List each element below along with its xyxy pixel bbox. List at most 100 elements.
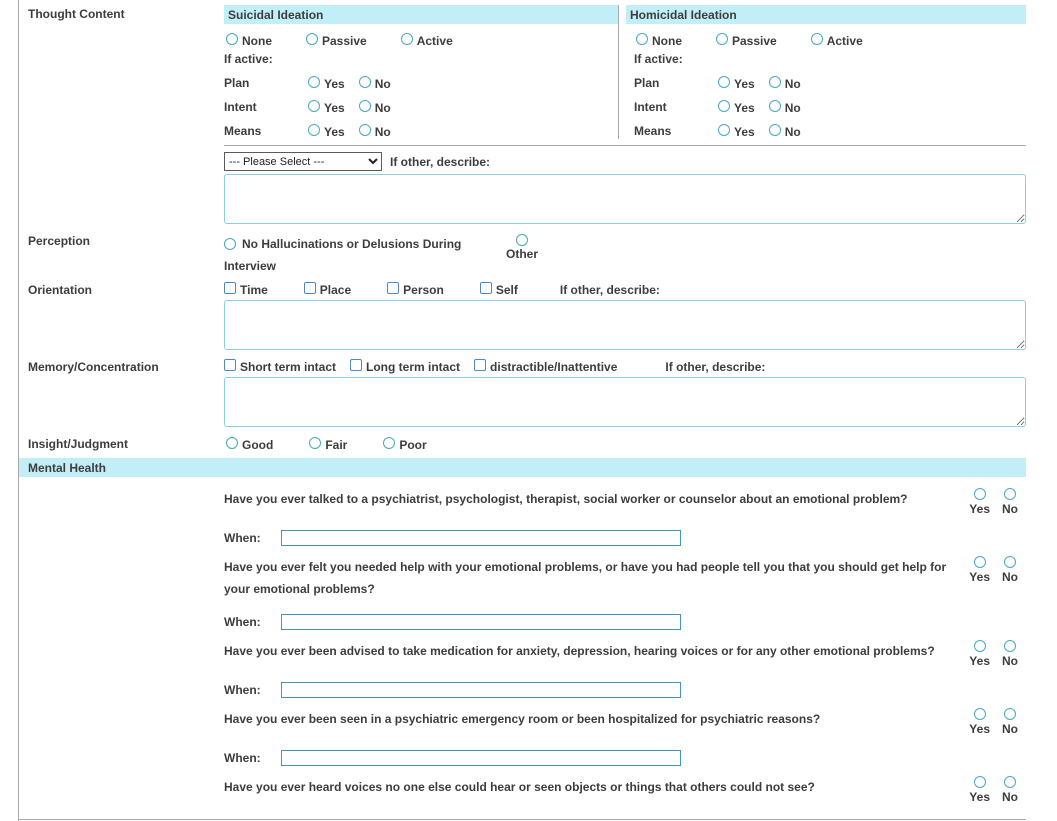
q4-no-radio[interactable]	[1004, 708, 1016, 720]
orientation-time-checkbox[interactable]	[224, 282, 236, 294]
homicidal-intent-no-option[interactable]: No	[769, 100, 801, 113]
q1-when-input[interactable]	[281, 530, 681, 546]
homicidal-intent-yes-option[interactable]: Yes	[718, 100, 755, 113]
suicidal-intent-yes-radio[interactable]	[308, 100, 320, 112]
q1-yes-option[interactable]: Yes	[969, 488, 990, 516]
memory-describe-textarea[interactable]	[224, 377, 1026, 427]
suicidal-none-option[interactable]: None	[226, 33, 272, 46]
radio-label: No Hallucinations or Delusions During In…	[224, 237, 461, 273]
suicidal-means-yes-option[interactable]: Yes	[308, 124, 345, 137]
homicidal-none-radio[interactable]	[636, 33, 648, 45]
homicidal-means-yes-option[interactable]: Yes	[718, 124, 755, 137]
orientation-time-option[interactable]: Time	[224, 282, 268, 295]
orientation-person-checkbox[interactable]	[387, 282, 399, 294]
q3-no-option[interactable]: No	[1002, 640, 1018, 668]
distractible-checkbox[interactable]	[474, 359, 486, 371]
orientation-person-option[interactable]: Person	[387, 282, 444, 295]
no-hallucinations-radio[interactable]	[224, 238, 236, 250]
short-term-intact-option[interactable]: Short term intact	[224, 359, 336, 372]
suicidal-passive-option[interactable]: Passive	[306, 33, 367, 46]
thought-content-describe-textarea[interactable]	[224, 174, 1026, 224]
homicidal-active-option[interactable]: Active	[811, 33, 863, 46]
homicidal-means-yes-radio[interactable]	[718, 124, 730, 136]
perception-other-option[interactable]: Other	[506, 233, 538, 261]
homicidal-plan-yes-radio[interactable]	[718, 76, 730, 88]
q4-yes-radio[interactable]	[974, 708, 986, 720]
q3-yes-option[interactable]: Yes	[969, 640, 990, 668]
orientation-self-option[interactable]: Self	[480, 282, 518, 295]
orientation-body: Time Place Person Self If other, describ…	[224, 281, 1026, 350]
insight-good-option[interactable]: Good	[226, 437, 273, 452]
insight-fair-radio[interactable]	[309, 437, 321, 449]
q5-no-radio[interactable]	[1004, 776, 1016, 788]
insight-body: Good Fair Poor	[224, 435, 1026, 452]
distractible-option[interactable]: distractible/Inattentive	[474, 359, 617, 372]
insight-poor-radio[interactable]	[383, 437, 395, 449]
q4-when-input[interactable]	[281, 750, 681, 766]
orientation-self-checkbox[interactable]	[480, 282, 492, 294]
q5-yes-radio[interactable]	[974, 776, 986, 788]
suicidal-means-no-option[interactable]: No	[359, 124, 391, 137]
suicidal-plan-yes-option[interactable]: Yes	[308, 76, 345, 89]
insight-fair-option[interactable]: Fair	[309, 437, 347, 452]
suicidal-plan-yes-radio[interactable]	[308, 76, 320, 88]
radio-label: Yes	[969, 571, 990, 584]
homicidal-intent-no-radio[interactable]	[769, 100, 781, 112]
long-term-intact-checkbox[interactable]	[350, 359, 362, 371]
plan-label: Plan	[634, 76, 718, 91]
homicidal-none-option[interactable]: None	[636, 33, 682, 46]
suicidal-means-no-radio[interactable]	[359, 124, 371, 136]
suicidal-intent-no-option[interactable]: No	[359, 100, 391, 113]
homicidal-active-radio[interactable]	[811, 33, 823, 45]
q2-yes-radio[interactable]	[974, 556, 986, 568]
q3-yes-radio[interactable]	[974, 640, 986, 652]
long-term-intact-option[interactable]: Long term intact	[350, 359, 460, 372]
suicidal-none-radio[interactable]	[226, 33, 238, 45]
suicidal-means-yes-radio[interactable]	[308, 124, 320, 136]
q2-no-option[interactable]: No	[1002, 556, 1018, 584]
orientation-describe-textarea[interactable]	[224, 300, 1026, 350]
homicidal-means-no-radio[interactable]	[769, 124, 781, 136]
homicidal-passive-radio[interactable]	[716, 33, 728, 45]
suicidal-active-option[interactable]: Active	[401, 33, 453, 46]
homicidal-plan-yes-option[interactable]: Yes	[718, 76, 755, 89]
insight-section: Insight/Judgment Good Fair Poor	[19, 435, 1026, 452]
q2-yes-option[interactable]: Yes	[969, 556, 990, 584]
insight-poor-option[interactable]: Poor	[383, 437, 426, 452]
insight-good-radio[interactable]	[226, 437, 238, 449]
suicidal-passive-radio[interactable]	[306, 33, 318, 45]
radio-label: No	[1002, 791, 1018, 804]
q4-no-option[interactable]: No	[1002, 708, 1018, 736]
no-hallucinations-option[interactable]: No Hallucinations or Delusions During In…	[224, 233, 496, 277]
q1-no-option[interactable]: No	[1002, 488, 1018, 516]
suicidal-active-radio[interactable]	[401, 33, 413, 45]
homicidal-intent-yes-radio[interactable]	[718, 100, 730, 112]
suicidal-plan-no-option[interactable]: No	[359, 76, 391, 89]
q1-no-radio[interactable]	[1004, 488, 1016, 500]
yes-no-group: Yes No	[969, 640, 1018, 668]
q1-yes-radio[interactable]	[974, 488, 986, 500]
suicidal-severity-row: None Passive Active	[224, 33, 618, 46]
perception-other-radio[interactable]	[516, 234, 528, 246]
q2-no-radio[interactable]	[1004, 556, 1016, 568]
q5-yes-option[interactable]: Yes	[969, 776, 990, 804]
suicidal-intent-yes-option[interactable]: Yes	[308, 100, 345, 113]
suicidal-intent-no-radio[interactable]	[359, 100, 371, 112]
orientation-place-option[interactable]: Place	[304, 282, 351, 295]
q4-yes-option[interactable]: Yes	[969, 708, 990, 736]
homicidal-plan-no-radio[interactable]	[769, 76, 781, 88]
q3-when-input[interactable]	[281, 682, 681, 698]
checkbox-label: distractible/Inattentive	[490, 361, 617, 374]
section-label-memory: Memory/Concentration	[19, 358, 224, 427]
q3-no-radio[interactable]	[1004, 640, 1016, 652]
homicidal-plan-no-option[interactable]: No	[769, 76, 801, 89]
short-term-intact-checkbox[interactable]	[224, 359, 236, 371]
please-select-dropdown[interactable]: --- Please Select ---	[224, 152, 382, 171]
homicidal-passive-option[interactable]: Passive	[716, 33, 777, 46]
q2-when-input[interactable]	[281, 614, 681, 630]
homicidal-ideation-header: Homicidal Ideation	[626, 5, 1026, 24]
homicidal-means-no-option[interactable]: No	[769, 124, 801, 137]
orientation-place-checkbox[interactable]	[304, 282, 316, 294]
suicidal-plan-no-radio[interactable]	[359, 76, 371, 88]
q5-no-option[interactable]: No	[1002, 776, 1018, 804]
